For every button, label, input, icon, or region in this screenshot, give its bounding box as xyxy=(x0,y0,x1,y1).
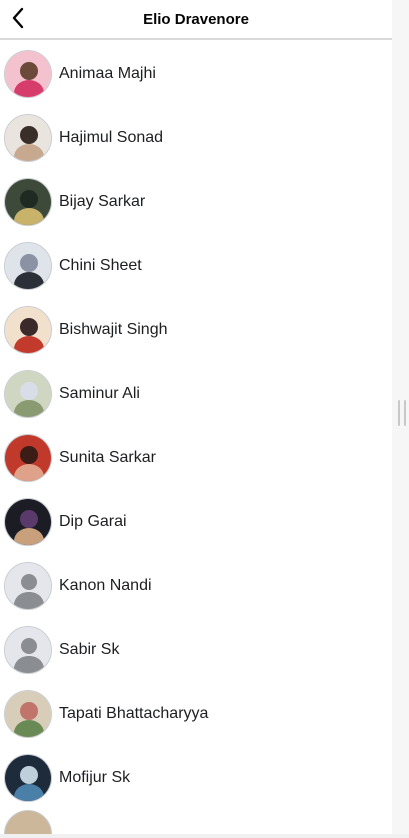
back-button[interactable] xyxy=(6,5,30,31)
avatar[interactable] xyxy=(4,498,52,546)
contact-name[interactable]: Dip Garai xyxy=(59,513,127,531)
contact-row[interactable]: Kanon Nandi xyxy=(0,554,392,618)
top-bar: Elio Dravenore xyxy=(0,0,392,40)
page-title: Elio Dravenore xyxy=(143,10,249,28)
contact-row[interactable]: Tapati Bhattacharyya xyxy=(0,682,392,746)
contact-row[interactable]: Saminur Ali xyxy=(0,362,392,426)
contact-name[interactable]: Animaa Majhi xyxy=(59,65,156,83)
avatar[interactable] xyxy=(4,754,52,802)
contact-name[interactable]: Bijay Sarkar xyxy=(59,193,145,211)
contact-row[interactable]: Dip Garai xyxy=(0,490,392,554)
avatar[interactable] xyxy=(4,690,52,738)
contact-row[interactable]: Animaa Majhi xyxy=(0,42,392,106)
scrollbar-grip-icon[interactable] xyxy=(398,400,406,426)
default-avatar-icon[interactable] xyxy=(4,626,52,674)
contact-name[interactable]: Sunita Sarkar xyxy=(59,449,156,467)
contact-row[interactable]: Sabir Sk xyxy=(0,618,392,682)
avatar[interactable] xyxy=(4,178,52,226)
bottom-edge xyxy=(0,834,409,838)
contact-name[interactable]: Kanon Nandi xyxy=(59,577,152,595)
avatar[interactable] xyxy=(4,370,52,418)
avatar[interactable] xyxy=(4,306,52,354)
chevron-left-icon xyxy=(12,7,24,29)
contact-row[interactable] xyxy=(0,810,392,838)
avatar[interactable] xyxy=(4,434,52,482)
contact-row[interactable]: Chini Sheet xyxy=(0,234,392,298)
contact-row[interactable]: Bishwajit Singh xyxy=(0,298,392,362)
contact-name[interactable]: Sabir Sk xyxy=(59,641,119,659)
scrollbar[interactable] xyxy=(392,0,409,838)
contact-row[interactable]: Sunita Sarkar xyxy=(0,426,392,490)
contact-name[interactable]: Chini Sheet xyxy=(59,257,142,275)
default-avatar-icon[interactable] xyxy=(4,562,52,610)
contact-name[interactable]: Mofijur Sk xyxy=(59,769,130,787)
friends-page: Elio Dravenore Animaa Majhi Hajimul Sonad… xyxy=(0,0,409,838)
contact-row[interactable]: Bijay Sarkar xyxy=(0,170,392,234)
contact-name[interactable]: Bishwajit Singh xyxy=(59,321,168,339)
contact-row[interactable]: Hajimul Sonad xyxy=(0,106,392,170)
contact-list: Animaa Majhi Hajimul Sonad Bijay Sarkar Chi… xyxy=(0,42,392,838)
contact-name[interactable]: Saminur Ali xyxy=(59,385,140,403)
avatar[interactable] xyxy=(4,114,52,162)
contact-row[interactable]: Mofijur Sk xyxy=(0,746,392,810)
contact-name[interactable]: Hajimul Sonad xyxy=(59,129,163,147)
contact-name[interactable]: Tapati Bhattacharyya xyxy=(59,705,208,723)
avatar[interactable] xyxy=(4,242,52,290)
avatar[interactable] xyxy=(4,50,52,98)
